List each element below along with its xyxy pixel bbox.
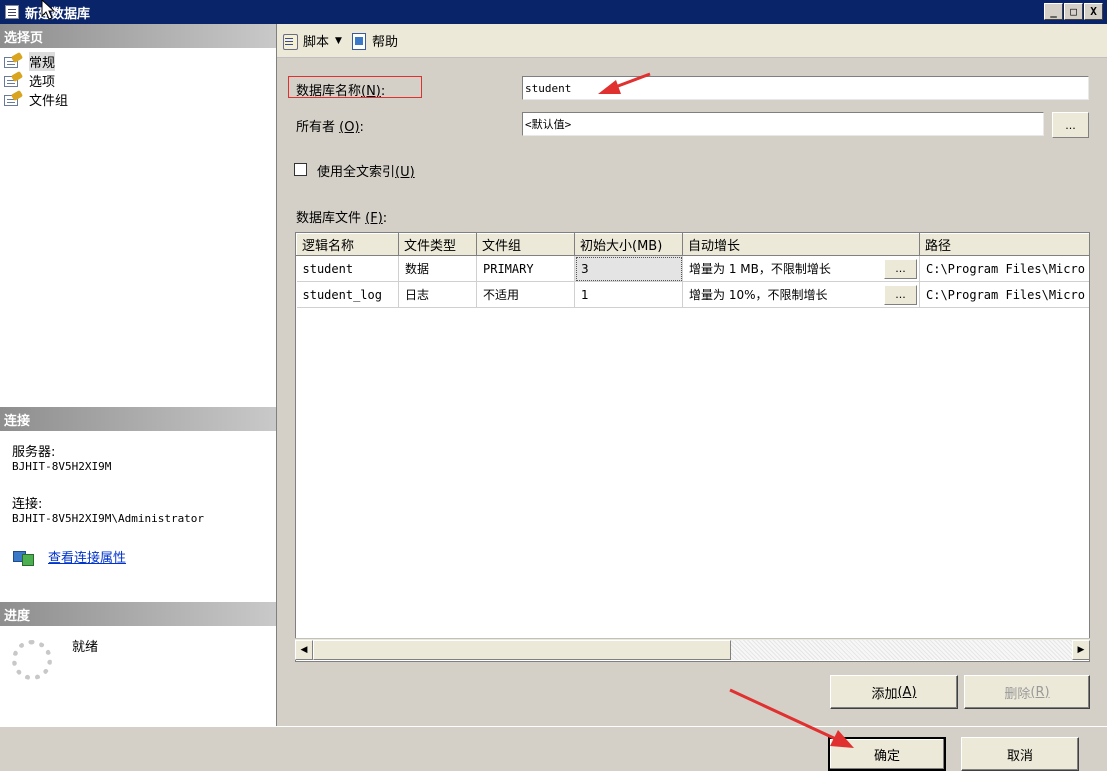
scroll-thumb[interactable] bbox=[313, 639, 731, 660]
page-item-label: 文件组 bbox=[29, 94, 69, 109]
cell-filegroup[interactable]: 不适用 bbox=[476, 281, 575, 308]
col-logical-name[interactable]: 逻辑名称 bbox=[296, 233, 399, 256]
page-settings-icon bbox=[4, 51, 24, 69]
cell-filegroup[interactable]: PRIMARY bbox=[476, 255, 575, 282]
cell-path[interactable]: C:\Program Files\Micro bbox=[919, 255, 1089, 282]
server-value: BJHIT-8V5H2XI9M bbox=[12, 460, 112, 473]
progress-section: 进度 就绪 bbox=[0, 602, 276, 680]
scroll-left-icon[interactable]: ◀ bbox=[295, 639, 313, 660]
db-files-grid: 逻辑名称 文件类型 文件组 初始大小(MB) 自动增长 路径 student 数… bbox=[295, 232, 1090, 662]
chevron-down-icon[interactable]: ▼ bbox=[335, 36, 342, 46]
cell-logical-name[interactable]: student_log bbox=[296, 281, 399, 308]
ok-button[interactable]: 确定 bbox=[828, 737, 946, 771]
cell-file-type[interactable]: 日志 bbox=[398, 281, 477, 308]
help-icon bbox=[350, 32, 368, 50]
cancel-button[interactable]: 取消 bbox=[961, 737, 1079, 771]
toolbar: 脚本 ▼ 帮助 bbox=[277, 24, 1107, 58]
cell-autogrowth[interactable]: 增量为 1 MB，不限制增长 ... bbox=[682, 255, 920, 282]
window-icon bbox=[5, 5, 19, 19]
dialog-footer: 确定 取消 bbox=[0, 726, 1107, 771]
connection-section: 连接 服务器: BJHIT-8V5H2XI9M 连接: BJHIT-8V5H2X… bbox=[0, 407, 276, 566]
connection-properties-icon bbox=[12, 548, 34, 566]
page-item-general[interactable]: 常规 bbox=[0, 51, 276, 71]
help-label: 帮助 bbox=[371, 35, 398, 50]
connection-label: 连接: bbox=[12, 497, 43, 512]
col-filegroup[interactable]: 文件组 bbox=[476, 233, 575, 256]
window-controls: _ □ X bbox=[1044, 3, 1103, 20]
connection-value: BJHIT-8V5H2XI9M\Administrator bbox=[12, 512, 205, 525]
col-autogrowth[interactable]: 自动增长 bbox=[682, 233, 920, 256]
cell-initial-size[interactable]: 3 bbox=[574, 255, 683, 282]
script-label: 脚本 bbox=[303, 35, 330, 50]
progress-status: 就绪 bbox=[72, 640, 99, 655]
view-connection-properties[interactable]: 查看连接属性 bbox=[12, 547, 276, 566]
left-panel: 选择页 常规 选项 文件组 连接 服务器: BJHIT-8V5H2XI9M 连接… bbox=[0, 24, 277, 726]
grid-horizontal-scrollbar[interactable]: ◀ ▶ bbox=[295, 638, 1090, 660]
autogrowth-text: 增量为 1 MB，不限制增长 bbox=[689, 262, 831, 276]
owner-label: 所有者 (O): bbox=[296, 120, 364, 135]
page-list: 常规 选项 文件组 bbox=[0, 48, 276, 109]
minimize-button[interactable]: _ bbox=[1044, 3, 1063, 20]
connection-info: 服务器: BJHIT-8V5H2XI9M 连接: BJHIT-8V5H2XI9M… bbox=[0, 431, 276, 566]
general-page: 数据库名称(N): student 所有者 (O): <默认值> ... 使用全… bbox=[277, 59, 1107, 726]
maximize-button[interactable]: □ bbox=[1064, 3, 1083, 20]
title-bar: 新建数据库 _ □ X bbox=[0, 0, 1107, 24]
cell-path[interactable]: C:\Program Files\Micro bbox=[919, 281, 1089, 308]
db-name-label: 数据库名称(N): bbox=[296, 84, 386, 99]
help-button[interactable]: 帮助 bbox=[350, 31, 398, 50]
page-settings-icon bbox=[4, 70, 24, 88]
cell-autogrowth[interactable]: 增量为 10%，不限制增长 ... bbox=[682, 281, 920, 308]
fulltext-label: 使用全文索引(U) bbox=[317, 165, 415, 180]
script-button[interactable]: 脚本 ▼ bbox=[281, 31, 342, 50]
db-name-input[interactable]: student bbox=[522, 76, 1089, 100]
close-button[interactable]: X bbox=[1084, 3, 1103, 20]
col-file-type[interactable]: 文件类型 bbox=[398, 233, 477, 256]
page-item-filegroups[interactable]: 文件组 bbox=[0, 89, 276, 109]
owner-browse-button[interactable]: ... bbox=[1052, 112, 1089, 138]
page-item-options[interactable]: 选项 bbox=[0, 70, 276, 90]
cell-logical-name[interactable]: student bbox=[296, 255, 399, 282]
cell-file-type[interactable]: 数据 bbox=[398, 255, 477, 282]
progress-info: 就绪 bbox=[0, 626, 276, 680]
col-path[interactable]: 路径 bbox=[919, 233, 1089, 256]
script-icon bbox=[281, 32, 299, 50]
remove-file-button[interactable]: 删除 (R) bbox=[964, 675, 1090, 709]
scroll-right-icon[interactable]: ▶ bbox=[1072, 639, 1090, 660]
grid-header-row: 逻辑名称 文件类型 文件组 初始大小(MB) 自动增长 路径 bbox=[296, 233, 1089, 256]
view-connection-link[interactable]: 查看连接属性 bbox=[48, 547, 126, 566]
table-row[interactable]: student_log 日志 不适用 1 增量为 10%，不限制增长 ... C… bbox=[296, 281, 1089, 308]
progress-header: 进度 bbox=[0, 602, 276, 626]
page-item-label: 选项 bbox=[29, 75, 56, 90]
scroll-track[interactable] bbox=[313, 639, 1072, 660]
table-row[interactable]: student 数据 PRIMARY 3 增量为 1 MB，不限制增长 ... … bbox=[296, 255, 1089, 282]
window-title: 新建数据库 bbox=[25, 6, 91, 22]
autogrowth-browse-button[interactable]: ... bbox=[884, 259, 917, 279]
db-files-label: 数据库文件 (F): bbox=[296, 211, 388, 226]
autogrowth-browse-button[interactable]: ... bbox=[884, 285, 917, 305]
page-settings-icon bbox=[4, 89, 24, 107]
fulltext-checkbox[interactable] bbox=[294, 163, 307, 176]
col-initial-size[interactable]: 初始大小(MB) bbox=[574, 233, 683, 256]
connection-header: 连接 bbox=[0, 407, 276, 431]
owner-input[interactable]: <默认值> bbox=[522, 112, 1044, 136]
page-item-label: 常规 bbox=[29, 52, 56, 71]
server-label: 服务器: bbox=[12, 445, 56, 460]
add-file-button[interactable]: 添加 (A) bbox=[830, 675, 958, 709]
autogrowth-text: 增量为 10%，不限制增长 bbox=[689, 288, 828, 302]
progress-spinner-icon bbox=[12, 640, 52, 680]
cell-initial-size[interactable]: 1 bbox=[574, 281, 683, 308]
select-page-header: 选择页 bbox=[0, 24, 276, 48]
